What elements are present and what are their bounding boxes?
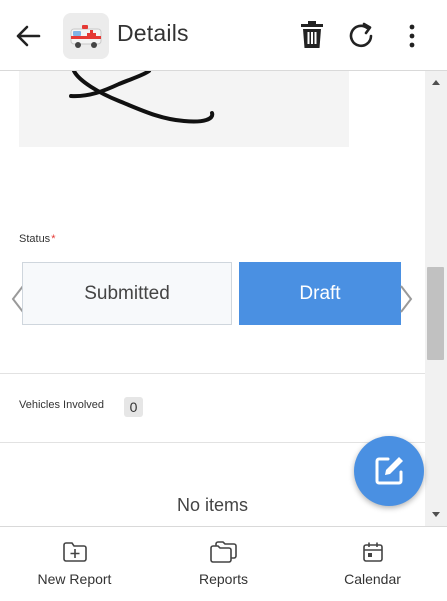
app-bar: Details [0, 0, 447, 71]
scroll-up-arrow-icon[interactable] [432, 80, 440, 85]
calendar-icon [362, 542, 383, 562]
scrollbar[interactable] [425, 71, 447, 526]
empty-list-message: No items [176, 495, 248, 515]
status-option-draft[interactable]: Draft [239, 262, 401, 325]
edit-fab-button[interactable] [354, 436, 424, 506]
more-vertical-icon[interactable] [400, 22, 424, 50]
chevron-right-icon[interactable] [396, 284, 416, 314]
nav-label-new-report: New Report [37, 571, 112, 587]
required-marker: * [51, 233, 56, 245]
status-option-submitted[interactable]: Submitted [22, 262, 232, 325]
refresh-icon[interactable] [347, 21, 377, 51]
trash-icon[interactable] [298, 20, 326, 50]
ambulance-icon [63, 13, 109, 59]
folders-icon [209, 541, 237, 563]
page-title: Details [117, 20, 189, 46]
nav-calendar[interactable]: Calendar [298, 527, 447, 601]
status-field-label: Status* [19, 233, 55, 245]
divider [0, 442, 425, 443]
signature-area[interactable] [19, 71, 349, 147]
vehicles-count-badge: 0 [124, 397, 143, 417]
nav-reports[interactable]: Reports [149, 527, 298, 601]
back-arrow-icon[interactable] [14, 22, 42, 50]
vehicles-involved-label: Vehicles Involved [19, 399, 104, 411]
nav-new-report[interactable]: New Report [0, 527, 149, 601]
signature-stroke [69, 71, 215, 124]
nav-label-reports: Reports [198, 571, 249, 587]
scrollbar-thumb[interactable] [427, 267, 444, 360]
bottom-navigation: New Report Reports Calendar [0, 526, 447, 601]
folder-add-icon [62, 542, 87, 562]
divider [0, 373, 425, 374]
nav-label-calendar: Calendar [344, 571, 401, 587]
status-label-text: Status [19, 233, 51, 245]
scroll-down-arrow-icon[interactable] [432, 512, 440, 517]
edit-icon [375, 457, 403, 485]
